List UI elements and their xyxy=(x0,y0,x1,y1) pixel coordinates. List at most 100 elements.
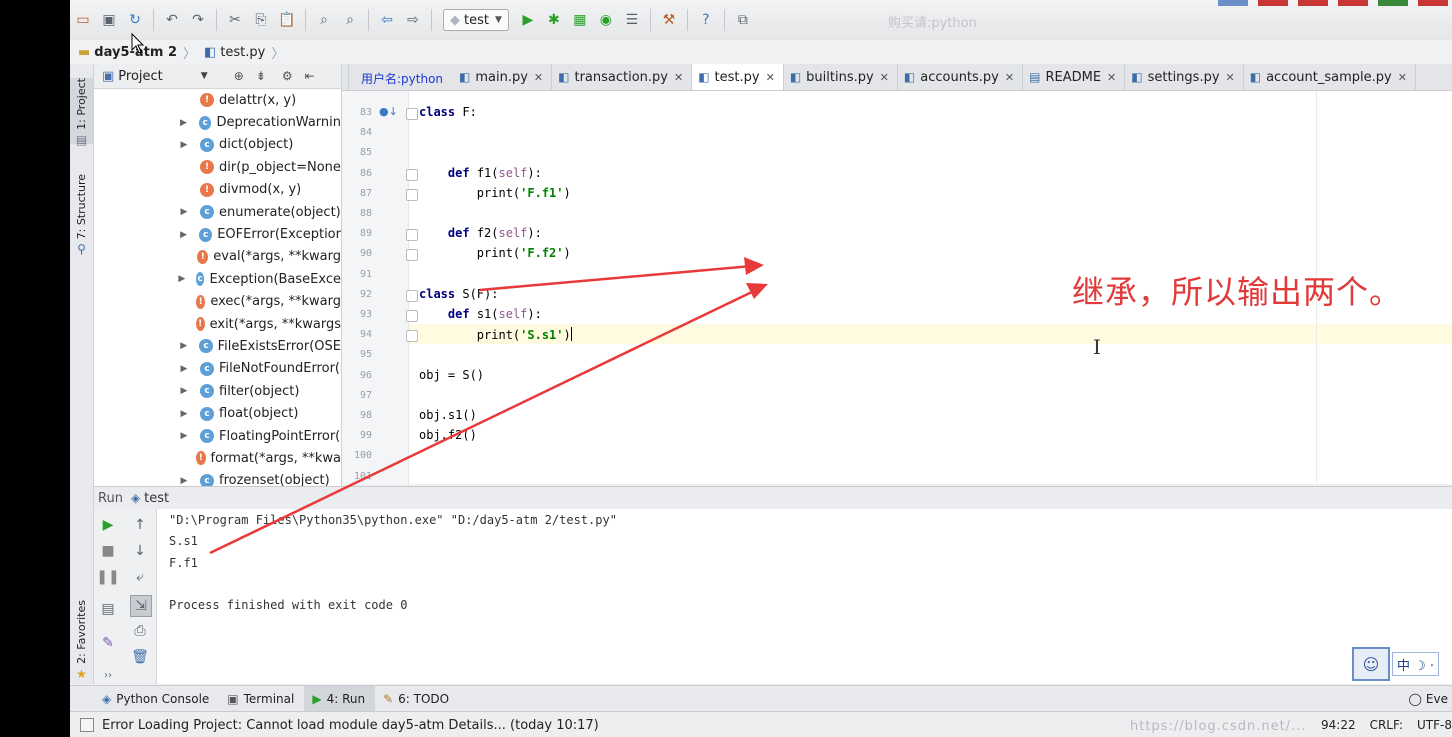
breadcrumb-project[interactable]: ▬ day5-atm 2 xyxy=(70,45,183,60)
tree-item[interactable]: ▶ c enumerate(object) xyxy=(94,201,341,223)
editor-tab[interactable]: ◧ test.py ✕ xyxy=(692,64,784,90)
collapse-all-icon[interactable]: ⇟ xyxy=(256,69,266,83)
tree-item[interactable]: ! divmod(x, y) xyxy=(94,179,341,201)
tree-item[interactable]: ! exit(*args, **kwargs xyxy=(94,313,341,335)
event-log-tab[interactable]: ◯ Eve xyxy=(1408,686,1452,712)
close-icon[interactable]: ✕ xyxy=(534,71,543,84)
expand-arrow-icon[interactable]: ▶ xyxy=(178,409,190,419)
editor-tab[interactable]: ◧ builtins.py ✕ xyxy=(784,64,898,90)
rerun-icon[interactable]: ▶ xyxy=(98,515,118,535)
hide-panel-icon[interactable]: ⇤ xyxy=(305,69,315,83)
tab-project[interactable]: 1: Project ▤ xyxy=(70,78,93,147)
status-toggle-icon[interactable] xyxy=(80,718,94,732)
tree-item[interactable]: ! format(*args, **kwa xyxy=(94,447,341,469)
bottom-tab[interactable]: ✎ 6: TODO xyxy=(375,686,459,712)
close-icon[interactable]: ✕ xyxy=(880,71,889,84)
close-icon[interactable]: ✕ xyxy=(766,71,775,84)
expand-arrow-icon[interactable]: ▶ xyxy=(178,274,186,284)
debug-icon[interactable]: ✱ xyxy=(544,10,564,30)
paste-icon[interactable]: 📋 xyxy=(277,10,297,30)
expand-arrow-icon[interactable]: ▶ xyxy=(178,118,189,128)
print-icon[interactable]: ⎙ xyxy=(130,621,150,641)
save-icon[interactable]: ▣ xyxy=(99,10,119,30)
tree-item[interactable]: ▶ c filter(object) xyxy=(94,380,341,402)
clear-all-icon[interactable]: 🗑 xyxy=(130,647,150,667)
ime-avatar-icon[interactable]: ☺ xyxy=(1352,647,1390,681)
tree-item[interactable]: ▶ c DeprecationWarnin xyxy=(94,111,341,133)
close-icon[interactable]: ✕ xyxy=(1226,71,1235,84)
help-icon[interactable]: ? xyxy=(696,10,716,30)
bottom-tab[interactable]: ▶ 4: Run xyxy=(304,686,376,712)
project-view-select[interactable]: ▣ Project ▼ xyxy=(102,69,208,84)
stop-icon[interactable]: ■ xyxy=(98,541,118,561)
run-console[interactable]: ☺ 中 ☽ · "D:\Program Files\Python35\pytho… xyxy=(157,509,1452,684)
open-folder-icon[interactable]: ▭ xyxy=(73,10,93,30)
bottom-tab[interactable]: ▣ Terminal xyxy=(219,686,304,712)
expand-arrow-icon[interactable]: ▶ xyxy=(178,386,190,396)
editor-tab[interactable]: ◧ account_sample.py ✕ xyxy=(1244,64,1416,90)
editor-tab[interactable]: ◧ transaction.py ✕ xyxy=(552,64,693,90)
fold-marker-icon[interactable] xyxy=(406,188,418,201)
close-icon[interactable]: ✕ xyxy=(1005,71,1014,84)
tab-structure[interactable]: 7: Structure ⚲ xyxy=(70,174,93,256)
line-separator[interactable]: CRLF: xyxy=(1370,718,1403,732)
redo-icon[interactable]: ↷ xyxy=(188,10,208,30)
pause-icon[interactable]: ❚❚ xyxy=(96,567,119,587)
tree-item[interactable]: ▶ c Exception(BaseExce xyxy=(94,268,341,290)
tree-item[interactable]: ▶ c FileNotFoundError( xyxy=(94,358,341,380)
tree-item[interactable]: ▶ c FloatingPointError( xyxy=(94,425,341,447)
tree-item[interactable]: ▶ c frozenset(object) xyxy=(94,470,341,486)
coverage-icon[interactable]: ▦ xyxy=(570,10,590,30)
status-message[interactable]: Error Loading Project: Cannot load modul… xyxy=(102,718,599,733)
restore-layout-icon[interactable]: ▤ xyxy=(98,599,118,619)
breadcrumb-file[interactable]: ◧ test.py xyxy=(196,45,271,60)
editor-tab[interactable]: ◧ accounts.py ✕ xyxy=(898,64,1024,90)
cut-icon[interactable]: ✂ xyxy=(225,10,245,30)
tree-item[interactable]: ! exec(*args, **kwarg xyxy=(94,291,341,313)
editor-tab[interactable]: ◧ main.py ✕ 用户名:python xyxy=(349,64,553,90)
concurrency-icon[interactable]: ☰ xyxy=(622,10,642,30)
soft-wrap-icon[interactable]: ⤶ xyxy=(130,567,150,587)
file-encoding[interactable]: UTF-8 xyxy=(1417,718,1452,732)
more-icon[interactable]: ›› xyxy=(98,665,118,685)
tree-item[interactable]: ▶ c FileExistsError(OSE xyxy=(94,335,341,357)
close-icon[interactable]: ✕ xyxy=(1398,71,1407,84)
profile-icon[interactable]: ◉ xyxy=(596,10,616,30)
run-icon[interactable]: ▶ xyxy=(518,10,538,30)
tree-item[interactable]: ! dir(p_object=None xyxy=(94,156,341,178)
tree-item[interactable]: ▶ c dict(object) xyxy=(94,134,341,156)
undo-icon[interactable]: ↶ xyxy=(162,10,182,30)
caret-position[interactable]: 94:22 xyxy=(1321,718,1356,732)
close-icon[interactable]: ✕ xyxy=(674,71,683,84)
editor-tab[interactable]: ◧ settings.py ✕ xyxy=(1125,64,1244,90)
copy-icon[interactable]: ⎘ xyxy=(251,10,271,30)
sync-icon[interactable]: ↻ xyxy=(125,10,145,30)
expand-arrow-icon[interactable]: ▶ xyxy=(178,476,190,486)
tree-item[interactable]: ! eval(*args, **kwarg xyxy=(94,246,341,268)
fold-marker-icon[interactable] xyxy=(406,310,418,322)
replace-icon[interactable]: ⌕ xyxy=(340,10,360,30)
pin-tab-icon[interactable]: ✎ xyxy=(98,633,118,653)
tree-item[interactable]: ▶ c float(object) xyxy=(94,402,341,424)
fold-marker-icon[interactable] xyxy=(406,168,418,181)
back-icon[interactable]: ⇦ xyxy=(377,10,397,30)
find-icon[interactable]: ⌕ xyxy=(314,10,334,30)
scroll-down-icon[interactable]: ↓ xyxy=(130,541,150,561)
tree-item[interactable]: ! delattr(x, y) xyxy=(94,89,341,111)
scroll-to-end-icon[interactable]: ⇲ xyxy=(130,595,152,617)
fold-marker-icon[interactable] xyxy=(406,108,418,120)
expand-arrow-icon[interactable]: ▶ xyxy=(178,341,189,351)
code-editor[interactable]: 83 84 85 86 87 88 89 90 91 92 93 94 95 96 97 98 99 100 101… xyxy=(342,91,1452,484)
expand-arrow-icon[interactable]: ▶ xyxy=(178,140,190,150)
gear-icon[interactable]: ⚙ xyxy=(282,69,293,83)
editor-tab[interactable]: ▤ README ✕ xyxy=(1023,64,1126,90)
override-marker-icon[interactable]: ●↓ xyxy=(379,105,398,118)
fold-marker-icon[interactable] xyxy=(406,330,418,343)
tree-item[interactable]: ▶ c EOFError(Exceptior xyxy=(94,223,341,245)
expand-arrow-icon[interactable]: ▶ xyxy=(178,230,189,240)
fold-marker-icon[interactable] xyxy=(406,289,418,302)
fold-marker-icon[interactable] xyxy=(406,229,418,242)
expand-arrow-icon[interactable]: ▶ xyxy=(178,207,190,217)
expand-arrow-icon[interactable]: ▶ xyxy=(178,364,190,374)
forward-icon[interactable]: ⇨ xyxy=(403,10,423,30)
